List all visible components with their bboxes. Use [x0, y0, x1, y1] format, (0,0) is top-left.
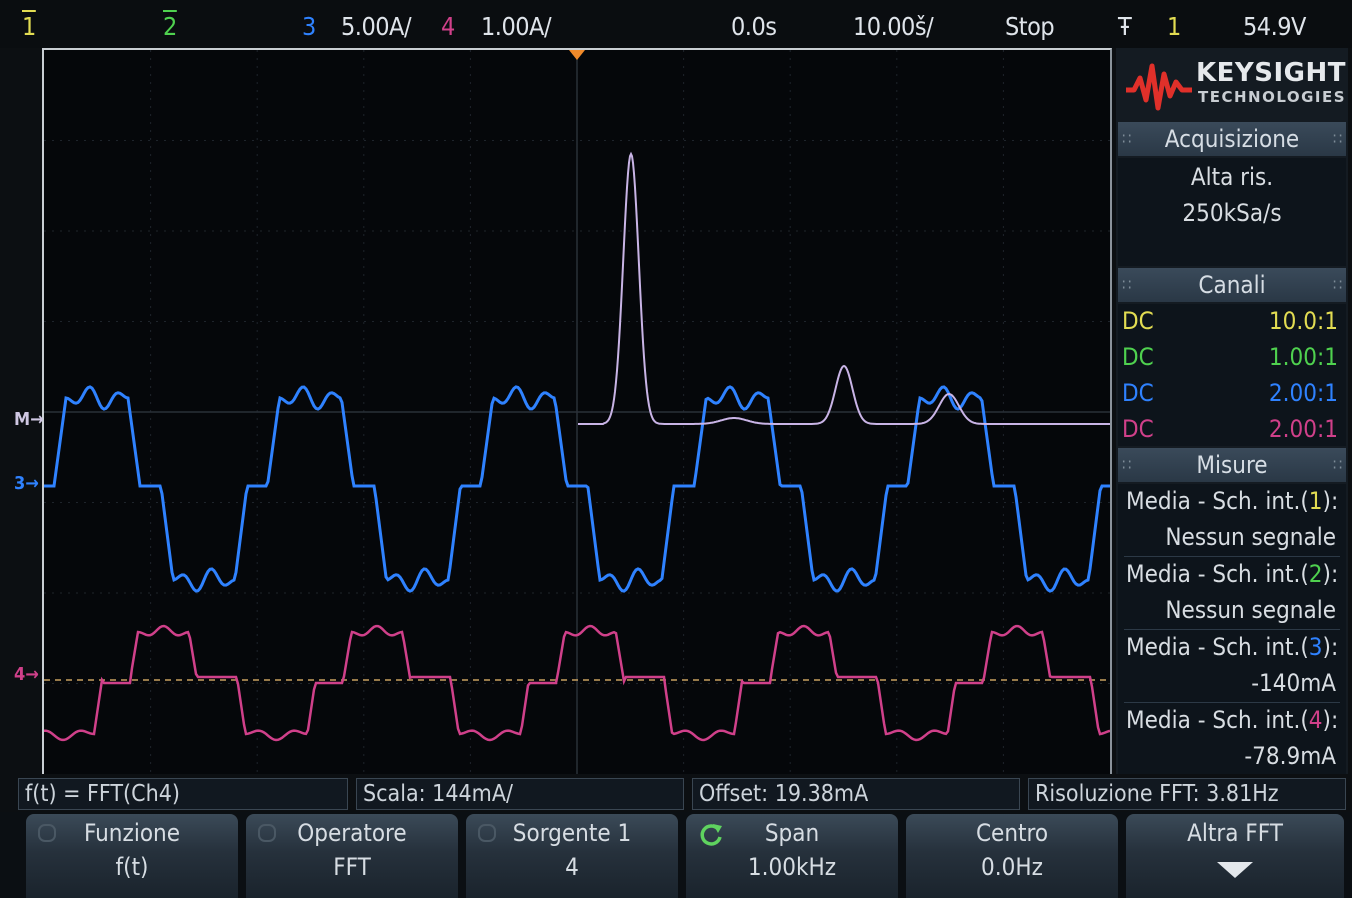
oscilloscope-screen: 1 2 3 5.00A/ 4 1.00A/ 0.0s 10.00š/ Stop …: [0, 0, 1352, 898]
measurements-box: Media - Sch. int.(1): Nessun segnale Med…: [1118, 484, 1346, 774]
channel-1-indicator[interactable]: 1: [22, 12, 36, 42]
softkey-centro-label: Centro: [975, 819, 1049, 847]
channels-header: ∷ Canali ∷: [1118, 268, 1346, 302]
softkey-operatore-label: Operatore: [297, 819, 407, 847]
softkey-operatore[interactable]: Operatore FFT: [246, 814, 458, 898]
ch3-probe: 2.00:1: [1268, 379, 1338, 407]
channel-3-ground-marker[interactable]: 3→: [14, 474, 39, 494]
acquisition-rate: 250kSa/s: [1182, 199, 1282, 227]
trigger-slope-icon: Ŧ: [1118, 12, 1132, 41]
softkey-centro[interactable]: Centro 0.0Hz: [906, 814, 1118, 898]
top-status-bar: 1 2 3 5.00A/ 4 1.00A/ 0.0s 10.00š/ Stop …: [0, 0, 1352, 48]
softkey-span-value: 1.00kHz: [747, 853, 837, 881]
measurement-2-label: Media - Sch. int.(2):: [1126, 560, 1339, 588]
ch3-coupling: DC: [1122, 379, 1154, 407]
channel-4-marker-label: 4: [14, 664, 26, 685]
ch1-probe: 10.0:1: [1268, 307, 1338, 335]
measurement-3-label: Media - Sch. int.(3):: [1126, 633, 1339, 661]
math-marker-label: M: [14, 409, 31, 430]
channel-3-marker-label: 3: [14, 473, 26, 494]
logo-subtitle: TECHNOLOGIES: [1198, 88, 1347, 106]
keysight-wave-icon: [1126, 63, 1192, 111]
channel-2-indicator[interactable]: 2: [163, 12, 177, 42]
softkey-altra-fft-label: Altra FFT: [1187, 819, 1283, 847]
keysight-logo: KEYSIGHT TECHNOLOGIES: [1120, 52, 1346, 118]
channel-3-indicator[interactable]: 3: [302, 12, 316, 42]
channels-box: DC 10.0:1 DC 1.00:1 DC 2.00:1 DC 2.00:1: [1118, 304, 1346, 446]
acquisition-header: ∷ Acquisizione ∷: [1118, 122, 1346, 156]
softkey-sorgente-label: Sorgente 1: [512, 819, 632, 847]
softkey-funzione[interactable]: Funzione f(t): [26, 814, 238, 898]
acquisition-mode: Alta ris.: [1190, 163, 1274, 191]
measurement-1-value: Nessun segnale: [1165, 523, 1336, 551]
softkey-funzione-value: f(t): [115, 853, 149, 881]
graticule: [44, 50, 1110, 774]
divider: [1124, 556, 1340, 557]
measurements-header: ∷ Misure ∷: [1118, 448, 1346, 482]
softkey-centro-value: 0.0Hz: [981, 853, 1043, 881]
divider: [1124, 702, 1340, 703]
channel-4-indicator[interactable]: 4: [441, 12, 455, 42]
waveform-display[interactable]: [44, 48, 1112, 774]
fft-offset-field: Offset: 19.38mA: [692, 778, 1020, 810]
measurement-2-value: Nessun segnale: [1165, 596, 1336, 624]
ch1-coupling: DC: [1122, 307, 1154, 335]
ch2-coupling: DC: [1122, 343, 1154, 371]
softkey-sorgente[interactable]: Sorgente 1 4: [466, 814, 678, 898]
softkey-span[interactable]: Span 1.00kHz: [686, 814, 898, 898]
measurement-4-value: -78.9mA: [1244, 742, 1336, 770]
ch4-coupling: DC: [1122, 415, 1154, 443]
softkey-operatore-value: FFT: [333, 853, 371, 881]
channel-4-scale: 1.00A/: [481, 12, 552, 41]
horizontal-delay: 0.0s: [731, 12, 777, 41]
waveform-svg: [44, 50, 1110, 774]
softkey-funzione-label: Funzione: [84, 819, 180, 847]
divider: [1124, 629, 1340, 630]
fft-scale-field: Scala: 144mA/: [356, 778, 684, 810]
run-state: Stop: [1005, 12, 1055, 41]
acquisition-box: Alta ris. 250kSa/s: [1118, 158, 1346, 266]
softkey-span-label: Span: [764, 819, 820, 847]
measurement-1-label: Media - Sch. int.(1):: [1126, 487, 1339, 515]
acquisition-header-label: Acquisizione: [1164, 125, 1300, 153]
softkey-altra-fft[interactable]: Altra FFT: [1126, 814, 1344, 898]
timebase: 10.00š/: [853, 12, 934, 41]
ch2-probe: 1.00:1: [1268, 343, 1338, 371]
trigger-position-marker[interactable]: [569, 50, 585, 60]
fft-function-field: f(t) = FFT(Ch4): [18, 778, 348, 810]
math-ground-marker[interactable]: M→: [14, 410, 44, 430]
channels-header-label: Canali: [1198, 271, 1266, 299]
trigger-source: 1: [1167, 12, 1181, 41]
channel-4-ground-marker[interactable]: 4→: [14, 665, 39, 685]
fft-math-trace: [578, 151, 1110, 425]
softkey-sorgente-value: 4: [565, 853, 579, 881]
logo-wordmark: KEYSIGHT: [1196, 58, 1346, 88]
measurement-4-label: Media - Sch. int.(4):: [1126, 706, 1339, 734]
measurement-3-value: -140mA: [1251, 669, 1336, 697]
ch4-probe: 2.00:1: [1268, 415, 1338, 443]
fft-resolution-field: Risoluzione FFT: 3.81Hz: [1028, 778, 1346, 810]
measurements-header-label: Misure: [1196, 451, 1268, 479]
channel-3-scale: 5.00A/: [341, 12, 412, 41]
trigger-level: 54.9V: [1243, 12, 1306, 41]
arrow-down-icon: [1217, 862, 1253, 878]
